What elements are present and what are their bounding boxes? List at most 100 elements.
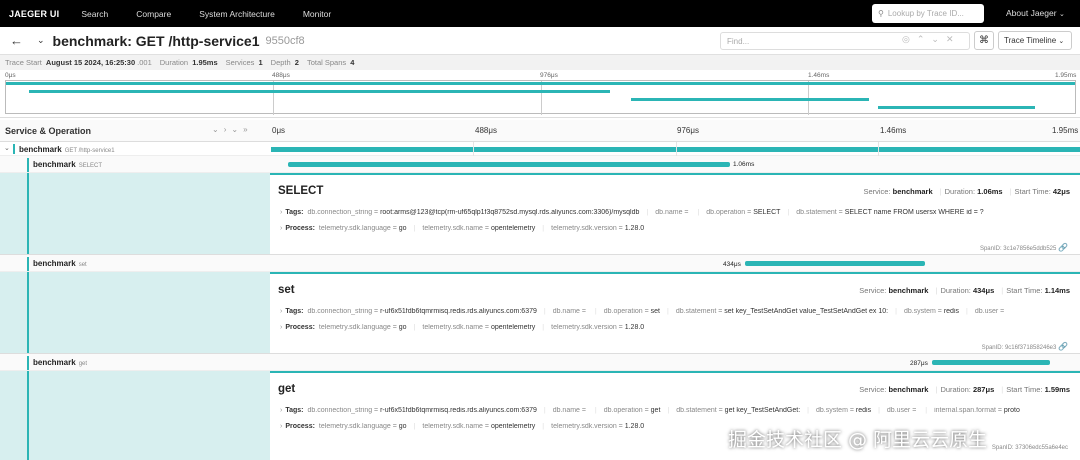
minimap-span-bar [877,106,1035,109]
span-service: benchmark GET /http-service1 [19,145,115,154]
tag-telemetry-sdk-language: telemetry.sdk.language = go [318,423,407,430]
detail-stripe [27,371,29,460]
chevron-up-icon[interactable]: ⌃ [917,34,932,44]
tag-telemetry-sdk-language: telemetry.sdk.language = go [318,324,407,331]
link-icon: 🔗 [1058,342,1068,351]
minimap-canvas[interactable] [5,80,1076,115]
minimap-gridline [541,81,542,115]
tags-line[interactable]: › Tags: db.connection_string = root:arms@1… [280,209,1075,216]
tag-internal-span-format: internal.span.format = proto [934,407,1020,414]
trace-lookup-input[interactable]: ⚲ Lookup by Trace ID... [872,4,984,23]
span-row-set[interactable]: benchmark set 434μs [0,255,1080,272]
tag-telemetry-sdk-language: telemetry.sdk.language = go [318,225,407,232]
span-service: benchmark SELECT [33,160,103,169]
span-detail-set: set Service: benchmark | Duration: 434μs | S… [0,272,1080,354]
nav-item-monitor[interactable]: Monitor [303,9,331,19]
find-placeholder: Find... [727,36,750,46]
collapse-one-icon[interactable]: ⌄ [212,125,224,134]
timeline-header: Service & Operation ⌄›⌄» 0μs 488μs 976μs… [0,120,1080,142]
service-color-marker [27,257,29,271]
tag-db-statement: db.statement = get key_TestSetAndGet: [676,407,801,414]
tag-telemetry-sdk-version: telemetry.sdk.version = 1.28.0 [551,423,645,430]
detail-gutter [0,371,270,460]
tags-line[interactable]: › Tags: db.connection_string = r-uf6x51fdb… [280,308,1075,315]
nav-item-system-architecture[interactable]: System Architecture [199,9,275,19]
watermark: 掘金技术社区 @ 阿里云云原生 [728,429,988,451]
expand-arrow-icon: › [280,308,283,315]
expand-arrow-icon: › [280,407,283,414]
service-color-marker [27,158,29,172]
expand-all-icon[interactable]: » [243,125,252,134]
trace-title: benchmark: GET /http-service1 [52,32,260,49]
tags-line[interactable]: › Tags: db.connection_string = r-uf6x51fdb… [280,407,1075,414]
detail-panel: SELECT Service: benchmark | Duration: 1.06… [270,173,1080,254]
span-name: set [278,284,295,296]
back-arrow-icon[interactable]: ← [10,33,23,48]
trace-meta: Trace Start August 15 2024, 16:25:30.001… [0,55,1080,70]
span-detail-meta: Service: benchmark | Duration: 1.06ms | Star… [863,187,1070,196]
depth-value: 2 [294,58,299,67]
expand-arrow-icon: › [280,324,283,331]
process-line[interactable]: › Process: telemetry.sdk.language = go | tel… [280,225,1075,232]
about-menu[interactable]: About Jaeger ⌄ [1006,8,1065,18]
span-duration: 287μs [910,360,928,367]
detail-panel: set Service: benchmark | Duration: 434μs | S… [270,272,1080,353]
span-id: SpanID: 9c16f371858246e3 🔗 [981,342,1068,351]
tree-controls[interactable]: ⌄›⌄» [212,125,253,134]
close-icon[interactable]: ✕ [946,34,961,44]
find-controls[interactable]: ◎⌃⌄✕ [902,34,961,45]
span-operation: get [78,361,88,367]
span-row-select[interactable]: benchmark SELECT 1.06ms [0,156,1080,173]
duration-label: Duration [159,58,189,67]
span-name: SELECT [278,185,324,197]
gridline [878,142,879,156]
chevron-down-icon: ⌄ [1058,37,1065,45]
keyboard-shortcuts-button[interactable]: ⌘ [974,31,994,50]
tag-db-operation: db.operation = SELECT [706,209,781,216]
minimap-tick: 0μs [5,72,16,79]
minimap-span-bar [630,98,869,101]
span-duration: 434μs [723,261,741,268]
tag-db-user: db.user = [886,407,919,414]
tag-db-user: db.user = [974,308,1005,315]
process-line[interactable]: › Process: telemetry.sdk.language = go | tel… [280,324,1075,331]
collapse-chevron-icon[interactable]: ⌄ [4,144,10,152]
service-color-marker [13,144,15,154]
span-bar-get[interactable] [932,360,1050,365]
span-id: SpanID: 37306edc55a6e4ec [991,445,1068,451]
tag-telemetry-sdk-name: telemetry.sdk.name = opentelemetry [422,324,536,331]
span-bar-set[interactable] [745,261,925,266]
collapse-chevron-icon[interactable]: ⌄ [37,35,45,46]
tag-db-connection_string: db.connection_string = r-uf6x51fdb6tqmrm… [307,407,537,414]
tag-telemetry-sdk-version: telemetry.sdk.version = 1.28.0 [551,225,645,232]
tag-telemetry-sdk-name: telemetry.sdk.name = opentelemetry [422,225,536,232]
tag-db-system: db.system = redis [903,308,960,315]
nav-menu: Search Compare System Architecture Monit… [81,9,359,19]
brand-logo[interactable]: JAEGER UI [9,9,59,19]
top-nav: JAEGER UI Search Compare System Architec… [0,0,1080,27]
span-row-root[interactable]: ⌄ benchmark GET /http-service1 [0,142,1080,156]
lookup-placeholder: Lookup by Trace ID... [887,9,964,18]
gridline [676,142,677,156]
span-row-get[interactable]: benchmark get 287μs [0,354,1080,371]
view-select[interactable]: Trace Timeline ⌄ [998,31,1072,50]
services-label: Services [225,58,255,67]
trace-start-label: Trace Start [5,58,42,67]
span-operation: SELECT [78,163,103,169]
span-detail-meta: Service: benchmark | Duration: 434μs | Start… [859,286,1070,295]
tag-db-connection_string: db.connection_string = root:arms@123@tcp… [307,209,640,216]
total-spans-label: Total Spans [306,58,347,67]
gridline [473,142,474,156]
trace-start-ms: .001 [137,58,152,67]
services-value: 1 [258,58,263,67]
target-icon[interactable]: ◎ [902,34,917,44]
tag-db-statement: db.statement = SELECT name FROM usersx W… [796,209,984,216]
nav-item-compare[interactable]: Compare [136,9,171,19]
service-operation-header: Service & Operation [5,126,92,136]
trace-start-value: August 15 2024, 16:25:30 [45,58,136,67]
collapse-all-icon[interactable]: ⌄ [231,125,243,134]
nav-item-search[interactable]: Search [81,9,108,19]
chevron-down-icon[interactable]: ⌄ [931,34,946,44]
timeline-tick: 488μs [475,126,497,135]
span-bar-select[interactable] [288,162,730,167]
